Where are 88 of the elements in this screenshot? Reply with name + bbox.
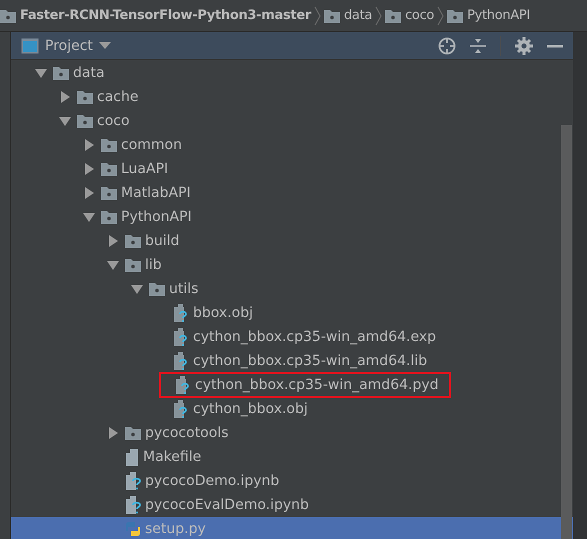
tree-row[interactable]: lib [11, 253, 573, 277]
expanded-arrow-icon[interactable] [59, 115, 71, 127]
tree-row[interactable]: data [11, 61, 573, 85]
unknown-file-icon [175, 376, 191, 394]
window-icon [21, 38, 39, 54]
folder-name: lib [145, 257, 162, 273]
folder-name: MatlabAPI [121, 185, 191, 201]
unknown-file-icon [173, 352, 189, 370]
settings-icon[interactable] [515, 36, 533, 54]
tree-row[interactable]: PythonAPI [11, 205, 573, 229]
python-file-icon [125, 521, 141, 537]
notebook-icon [125, 472, 141, 490]
tree-row[interactable]: pycocoEvalDemo.ipynb [11, 493, 573, 517]
folder-name: coco [97, 113, 130, 129]
collapsed-arrow-icon[interactable] [107, 235, 119, 247]
expanded-arrow-icon[interactable] [35, 67, 47, 79]
minimize-icon[interactable] [547, 44, 563, 48]
expanded-arrow-icon[interactable] [83, 211, 95, 223]
collapsed-arrow-icon[interactable] [59, 91, 71, 103]
folder-icon [149, 282, 165, 296]
unknown-file-icon [173, 328, 189, 346]
breadcrumb-item[interactable]: coco [405, 8, 434, 23]
folder-name: pycocotools [145, 425, 229, 441]
collapse-all-icon[interactable] [470, 36, 486, 54]
tree-row[interactable]: cython_bbox.cp35-win_amd64.exp [11, 325, 573, 349]
chevron-icon [314, 6, 321, 26]
folder-name: common [121, 137, 182, 153]
folder-name: LuaAPI [121, 161, 168, 177]
folder-name: data [73, 65, 105, 81]
file-name: cython_bbox.obj [193, 401, 308, 417]
folder-icon [101, 186, 117, 200]
file-icon [125, 448, 139, 466]
chevron-icon [375, 6, 382, 26]
folder-icon [101, 210, 117, 224]
expanded-arrow-icon[interactable] [131, 283, 143, 295]
folder-icon [125, 234, 141, 248]
folder-icon [385, 8, 402, 22]
tree-row[interactable]: pycocoDemo.ipynb [11, 469, 573, 493]
collapsed-arrow-icon[interactable] [83, 139, 95, 151]
tree-row[interactable]: MatlabAPI [11, 181, 573, 205]
tree-row[interactable]: cython_bbox.cp35-win_amd64.lib [11, 349, 573, 373]
folder-icon [324, 8, 340, 22]
folder-name: build [145, 233, 180, 249]
file-name: bbox.obj [193, 305, 253, 321]
dropdown-caret-icon[interactable] [98, 42, 111, 50]
expanded-arrow-icon[interactable] [107, 259, 119, 271]
panel-title[interactable]: Project [45, 38, 93, 54]
folder-name: cache [97, 89, 138, 105]
folder-icon [77, 114, 93, 128]
tree-row[interactable]: bbox.obj [11, 301, 573, 325]
file-name: cython_bbox.cp35-win_amd64.lib [193, 353, 428, 369]
file-name: Makefile [143, 449, 202, 465]
scrollbar[interactable] [561, 125, 572, 539]
folder-icon [125, 426, 141, 440]
unknown-file-icon [173, 304, 189, 322]
locate-icon[interactable] [438, 36, 456, 54]
file-name: pycocoDemo.ipynb [145, 473, 280, 489]
chevron-icon [437, 6, 444, 26]
folder-name: utils [169, 281, 198, 297]
folder-icon [447, 8, 464, 22]
tree-row[interactable]: common [11, 133, 573, 157]
breadcrumb-item[interactable]: Faster-RCNN-TensorFlow-Python3-master [20, 8, 311, 23]
tree-row[interactable]: build [11, 229, 573, 253]
breadcrumb-item[interactable]: PythonAPI [467, 8, 530, 23]
folder-name: PythonAPI [121, 209, 192, 225]
file-name: setup.py [145, 521, 206, 537]
tree-row[interactable]: pycocotools [11, 421, 573, 445]
tree-row[interactable]: coco [11, 109, 573, 133]
folder-icon [101, 162, 117, 176]
folder-icon [77, 90, 93, 104]
notebook-icon [125, 496, 141, 514]
folder-icon [125, 258, 141, 272]
file-name: cython_bbox.cp35-win_amd64.pyd [195, 377, 439, 393]
folder-icon [101, 138, 117, 152]
tree-row[interactable]: cython_bbox.obj [11, 397, 573, 421]
tree-row[interactable]: Makefile [11, 445, 573, 469]
tree-row[interactable]: utils [11, 277, 573, 301]
file-name: pycocoEvalDemo.ipynb [145, 497, 309, 513]
collapsed-arrow-icon[interactable] [83, 163, 95, 175]
tree-row[interactable]: cache [11, 85, 573, 109]
collapsed-arrow-icon[interactable] [83, 187, 95, 199]
tree-row[interactable]: cython_bbox.cp35-win_amd64.pyd [11, 373, 573, 397]
unknown-file-icon [173, 400, 189, 418]
folder-icon [53, 66, 69, 80]
file-name: cython_bbox.cp35-win_amd64.exp [193, 329, 436, 345]
breadcrumb-item[interactable]: data [344, 8, 372, 23]
tree-row[interactable]: LuaAPI [11, 157, 573, 181]
collapsed-arrow-icon[interactable] [107, 427, 119, 439]
